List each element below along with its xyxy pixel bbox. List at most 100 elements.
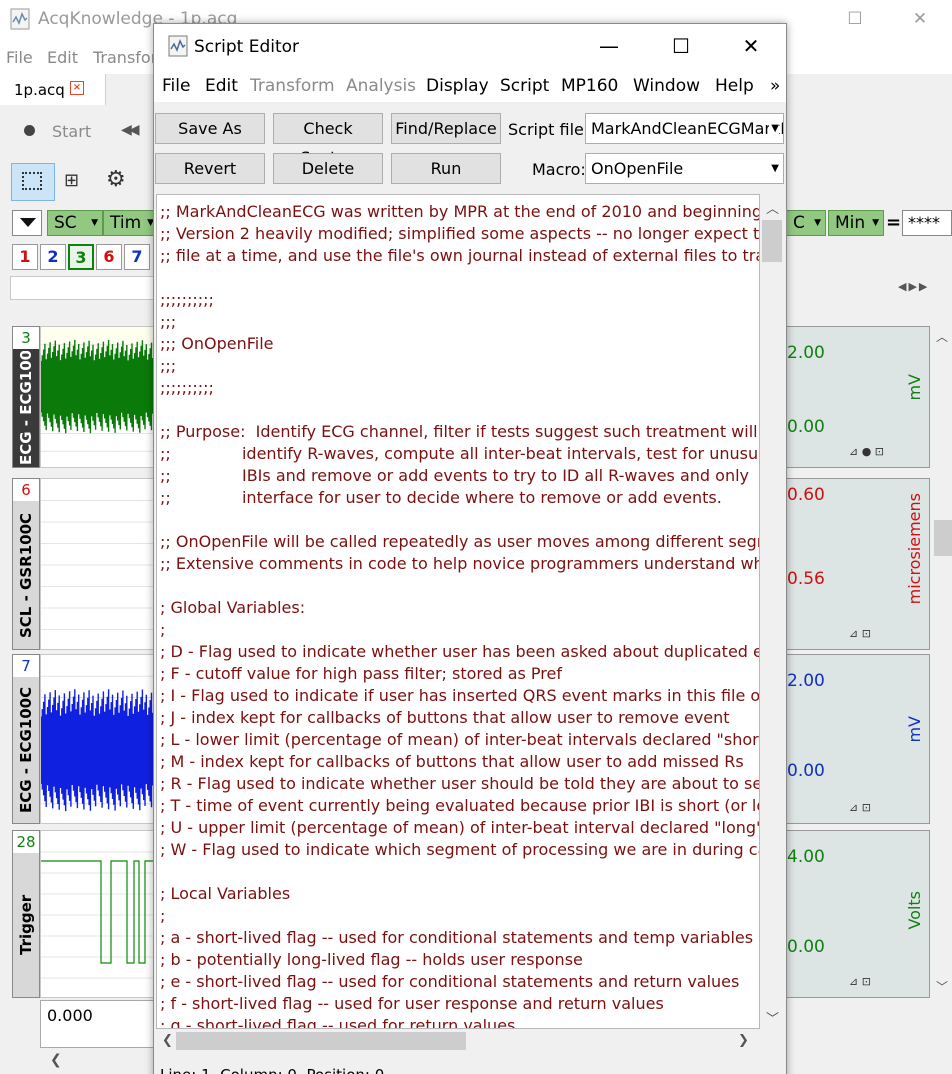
close-tab-icon[interactable]: ×: [70, 81, 84, 95]
channel-scale-panel[interactable]: 2.00 0.00 mV ⊿ ● ⊡: [786, 326, 930, 468]
code-line: ; Local Variables: [160, 884, 291, 903]
selection-tool-button[interactable]: [11, 163, 55, 201]
start-button[interactable]: Start: [52, 122, 91, 141]
macro-select[interactable]: OnOpenFile ▼: [585, 153, 784, 184]
menu-window[interactable]: Window: [633, 76, 700, 96]
code-line: ;;;: [160, 356, 177, 375]
main-menu-edit[interactable]: Edit: [47, 48, 78, 67]
document-tab[interactable]: 1p.acq ×: [0, 74, 106, 105]
scroll-down-icon[interactable]: ﹀: [766, 1008, 779, 1027]
script-file-select[interactable]: MarkAndCleanECGMarkII ▼: [585, 113, 784, 144]
code-lines: ;; MarkAndCleanECG was written by MPR at…: [160, 201, 760, 1028]
code-vertical-scroll-thumb[interactable]: [762, 220, 782, 262]
vertical-scrollbar[interactable]: [932, 322, 952, 1002]
waveform-plot: [41, 851, 155, 979]
gear-icon[interactable]: ⚙: [106, 167, 126, 192]
check-syntax-button[interactable]: Check Syntax: [273, 113, 383, 167]
channel-label[interactable]: 28 Trigger: [12, 830, 40, 998]
scale-tools-icon[interactable]: ⊿ ● ⊡: [849, 445, 884, 458]
scale-tools-icon[interactable]: ⊿ ⊡: [849, 801, 871, 814]
measurement-type-dropdown-right[interactable]: Min ▼: [828, 210, 884, 236]
main-close-icon[interactable]: ✕: [905, 6, 935, 32]
minimize-icon[interactable]: —: [594, 33, 624, 59]
save-as-button[interactable]: Save As: [155, 113, 265, 144]
menu-mp160[interactable]: MP160: [561, 76, 618, 96]
scale-tools-icon[interactable]: ⊿ ⊡: [849, 627, 871, 640]
channel-number: 7: [13, 655, 39, 677]
vertical-scroll-thumb[interactable]: [934, 520, 952, 556]
maximize-icon[interactable]: ☐: [666, 33, 696, 59]
main-menu-transform[interactable]: Transfor: [93, 48, 157, 67]
menu-overflow-icon[interactable]: »: [770, 76, 780, 96]
code-vertical-scrollbar[interactable]: [760, 194, 784, 1029]
channel-tab-1[interactable]: 1: [12, 244, 38, 270]
time-readout-value: 0.000: [47, 1006, 93, 1025]
scroll-up-icon[interactable]: ︿: [766, 198, 779, 217]
menu-file[interactable]: File: [162, 76, 190, 96]
channel-tab-3[interactable]: 3: [68, 244, 94, 270]
channel-scale-panel[interactable]: 0.60 0.56 microsiemens ⊿ ⊡: [786, 478, 930, 650]
measurement-channel-dropdown[interactable]: SC ▼: [47, 210, 103, 236]
code-line: ; a - short-lived flag -- used for condi…: [160, 928, 754, 947]
channel-waveform[interactable]: [40, 478, 156, 650]
main-maximize-icon[interactable]: ☐: [840, 6, 870, 32]
delete-button[interactable]: Delete: [273, 153, 383, 184]
channel-waveform[interactable]: [40, 830, 156, 998]
main-menu-file[interactable]: File: [6, 48, 33, 67]
scroll-down-icon[interactable]: ﹀: [936, 978, 948, 995]
close-icon[interactable]: ✕: [736, 33, 766, 59]
run-button[interactable]: Run: [391, 153, 501, 184]
find-replace-button[interactable]: Find/Replace: [391, 113, 501, 144]
channel-waveform[interactable]: [40, 654, 156, 824]
chevron-down-icon: ▼: [91, 218, 98, 228]
code-line: ;; Purpose: Identify ECG channel, filter…: [160, 422, 760, 441]
selection-grid-icon: [22, 172, 42, 190]
menu-help[interactable]: Help: [715, 76, 754, 96]
chevron-down-icon: ▼: [769, 114, 779, 143]
channel-label[interactable]: 6 SCL - GSR100C: [12, 478, 40, 650]
channel-tab-2[interactable]: 2: [40, 244, 66, 270]
channel-tab-7[interactable]: 7: [124, 244, 150, 270]
scroll-left-icon[interactable]: ❮: [50, 1052, 62, 1068]
scale-top-value: 2.00: [787, 671, 825, 691]
menu-transform[interactable]: Transform: [250, 76, 335, 96]
script-file-value: MarkAndCleanECGMarkII: [591, 119, 784, 138]
code-line: ;; Extensive comments in code to help no…: [160, 554, 760, 573]
menu-display[interactable]: Display: [426, 76, 489, 96]
channel-label[interactable]: 3 ECG - ECG100C: [12, 326, 40, 468]
code-line: ;; interface for user to decide where to…: [160, 488, 722, 507]
scale-tools-icon[interactable]: ⊿ ⊡: [849, 975, 871, 988]
measurement-channel-dropdown-right[interactable]: C ▼: [786, 210, 826, 236]
scroll-left-icon[interactable]: ❮: [162, 1033, 173, 1048]
equals-sign: =: [886, 212, 902, 233]
scale-bottom-value: 0.00: [787, 417, 825, 437]
navigation-arrows-icon[interactable]: ◀▶▶: [898, 280, 929, 293]
scale-unit: mV: [905, 374, 924, 401]
code-line: ;; identify R-waves, compute all inter-b…: [160, 444, 759, 463]
menu-edit[interactable]: Edit: [205, 76, 238, 96]
channel-scale-panel[interactable]: 2.00 0.00 mV ⊿ ⊡: [786, 654, 930, 824]
code-line: ; b - potentially long-lived flag -- hol…: [160, 950, 583, 969]
channel-tab-6[interactable]: 6: [96, 244, 122, 270]
record-dot-icon[interactable]: [24, 125, 35, 136]
revert-button[interactable]: Revert: [155, 153, 265, 184]
rewind-icon[interactable]: ◀◀: [121, 122, 139, 138]
time-readout: 0.000: [40, 1000, 156, 1048]
scale-bottom-value: 0.00: [787, 761, 825, 781]
scroll-up-icon[interactable]: ︿: [936, 328, 948, 345]
zoom-tool-icon[interactable]: ⊞: [64, 170, 79, 191]
code-line: ; I - Flag used to indicate if user has …: [160, 686, 760, 705]
channel-scale-panel[interactable]: 4.00 0.00 Volts ⊿ ⊡: [786, 830, 930, 998]
script-code-editor[interactable]: ;; MarkAndCleanECG was written by MPR at…: [156, 194, 760, 1029]
code-horizontal-scroll-thumb[interactable]: [176, 1032, 466, 1050]
measurement-type-dropdown[interactable]: Tim ▼: [103, 210, 159, 236]
menu-script[interactable]: Script: [500, 76, 549, 96]
channel-waveform[interactable]: [40, 326, 156, 468]
channel-label[interactable]: 7 ECG - ECG100C: [12, 654, 40, 824]
measurement-menu-button[interactable]: [12, 210, 42, 236]
scroll-right-icon[interactable]: ❯: [738, 1033, 749, 1048]
menu-analysis[interactable]: Analysis: [346, 76, 416, 96]
script-editor-titlebar[interactable]: Script Editor — ☐ ✕: [154, 24, 786, 68]
